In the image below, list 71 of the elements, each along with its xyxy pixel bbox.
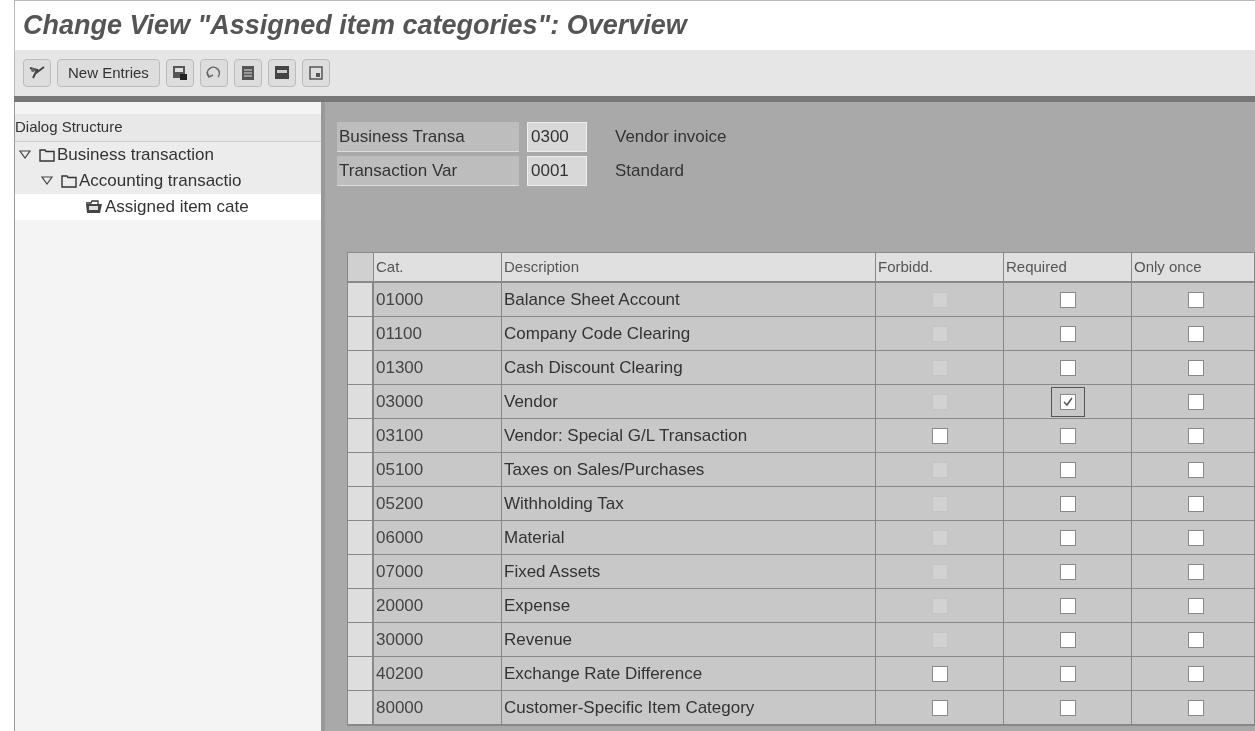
table-cell: 20000 <box>374 589 502 622</box>
table-cell: Fixed Assets <box>502 555 876 588</box>
column-header[interactable]: Forbidd. <box>876 253 1004 281</box>
table-cell: 07000 <box>374 555 502 588</box>
toolbar-button[interactable] <box>23 59 51 87</box>
table-cell: 03100 <box>374 419 502 452</box>
table-cell: Withholding Tax <box>502 487 876 520</box>
row-selector[interactable] <box>348 385 374 418</box>
table-cell: 01000 <box>374 283 502 316</box>
open-folder-icon <box>85 200 103 214</box>
table-cell: 30000 <box>374 623 502 656</box>
table-cell: 40200 <box>374 657 502 690</box>
toolbar-button[interactable] <box>233 59 262 87</box>
folder-icon <box>61 174 77 188</box>
tree-item[interactable]: Business transaction <box>15 142 321 168</box>
tree-item[interactable]: Accounting transactio <box>15 168 321 194</box>
row-selector[interactable] <box>348 555 374 588</box>
row-selector[interactable] <box>348 351 374 384</box>
panel-title: Dialog Structure <box>15 117 123 138</box>
column-header[interactable]: Description <box>502 253 876 281</box>
table-cell: 05100 <box>374 453 502 486</box>
table-cell: Vendor: Special G/L Transaction <box>502 419 876 452</box>
row-selector[interactable] <box>348 589 374 622</box>
field-description: Standard <box>615 160 684 183</box>
row-selector[interactable] <box>348 657 374 690</box>
table-cell: Revenue <box>502 623 876 656</box>
new-entries-button[interactable]: New Entries <box>57 59 160 87</box>
save-icon <box>170 64 189 82</box>
table-cell: 03000 <box>374 385 502 418</box>
table-cell: Balance Sheet Account <box>502 283 876 316</box>
collapse-triangle-icon[interactable] <box>41 176 53 186</box>
collapse-triangle-icon[interactable] <box>19 150 31 160</box>
row-selector[interactable] <box>348 419 374 452</box>
check-icon <box>1062 396 1073 407</box>
table-cell: 01300 <box>374 351 502 384</box>
toolbar-button[interactable] <box>267 59 296 87</box>
table-icon <box>272 64 291 82</box>
input-field[interactable]: 0001 <box>527 156 587 186</box>
row-selector[interactable] <box>348 487 374 520</box>
row-selector[interactable] <box>348 453 374 486</box>
table-cell: 05200 <box>374 487 502 520</box>
field-label: Transaction Var <box>337 156 519 186</box>
input-field[interactable]: 0300 <box>527 122 587 152</box>
table-cell: Taxes on Sales/Purchases <box>502 453 876 486</box>
window-title: Change View "Assigned item categories": Overview <box>23 9 687 43</box>
table-cell: Company Code Clearing <box>502 317 876 350</box>
table-cell: Exchange Rate Difference <box>502 657 876 690</box>
row-selector[interactable] <box>348 691 374 724</box>
table-cell: Material <box>502 521 876 554</box>
row-selector[interactable] <box>348 521 374 554</box>
field-label: Business Transa <box>337 122 519 152</box>
row-selector[interactable] <box>348 623 374 656</box>
table-cell: Cash Discount Clearing <box>502 351 876 384</box>
document-icon <box>306 64 325 82</box>
column-header[interactable]: Cat. <box>374 253 502 281</box>
table-cell: Vendor <box>502 385 876 418</box>
table-cell: Customer-Specific Item Category <box>502 691 876 724</box>
row-selector[interactable] <box>348 283 374 316</box>
column-header[interactable]: Only once <box>1132 253 1255 281</box>
row-selector[interactable] <box>348 317 374 350</box>
table-cell: 06000 <box>374 521 502 554</box>
column-header[interactable]: Required <box>1004 253 1132 281</box>
select-all-cell[interactable] <box>348 253 374 281</box>
checkbox[interactable] <box>1050 386 1085 417</box>
field-description: Vendor invoice <box>615 126 727 149</box>
table-cell: Expense <box>502 589 876 622</box>
table-cell: 01100 <box>374 317 502 350</box>
folder-icon <box>39 148 55 162</box>
tree-item[interactable]: Assigned item cate <box>15 194 321 220</box>
toolbar-button[interactable] <box>165 59 194 87</box>
table-cell: 80000 <box>374 691 502 724</box>
